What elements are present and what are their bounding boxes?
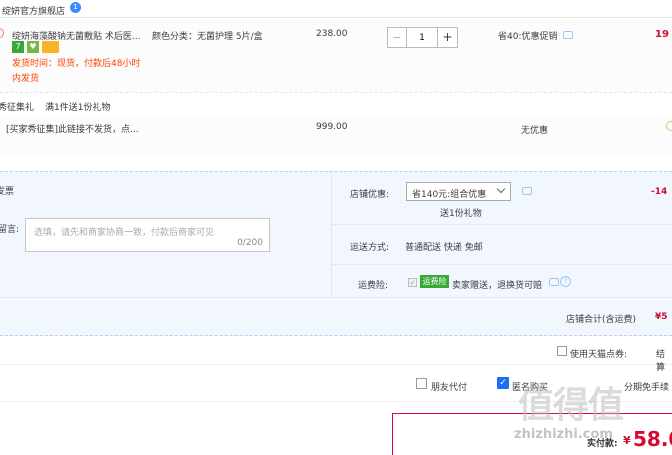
message-placeholder: 选填，请先和商家协商一致，付款后商家可见 (34, 228, 215, 238)
invoice-label[interactable]: 发票 (0, 184, 14, 197)
friend-pay-checkbox[interactable] (416, 378, 427, 389)
final-currency: ¥ (623, 434, 631, 447)
gift-note: 送1份礼物 (440, 209, 482, 219)
shop-total-value: ¥5 (655, 312, 668, 322)
installment-hint: 分期免手续 (624, 383, 670, 393)
delivery-value: 普通配送 快递 免邮 (405, 243, 483, 253)
row-divider (332, 224, 672, 225)
friend-pay-label: 朋友代付 (431, 383, 468, 393)
shop-discount-label: 店铺优惠: (350, 190, 390, 200)
shop-total-label: 店铺合计(含运费) (566, 315, 637, 325)
item-price: 238.00 (316, 29, 348, 39)
item-image[interactable] (0, 28, 4, 38)
item2-image (666, 121, 672, 131)
shop-name[interactable]: 绽妍官方旗舰店 (2, 4, 65, 17)
chevron-down-icon (496, 184, 506, 194)
order-info-panel: 发票 留言: 选填，请先和商家协商一致，付款后商家可见 0/200 店铺优惠: … (0, 171, 672, 336)
help-icon[interactable]: ? (560, 276, 571, 287)
options-row: 朋友代付 ✓ 匿名购买 分期免手续 (0, 366, 672, 402)
points-checkbox[interactable] (557, 346, 567, 356)
shop-discount-value: 省140元:组合优惠 (412, 190, 487, 200)
chat-icon[interactable] (549, 278, 559, 286)
gift-desc: 满1件送1份礼物 (45, 103, 111, 113)
ship-time-2: 内发货 (12, 74, 40, 84)
item2-title-link[interactable]: [买家秀征集]此链接不发货，点... (6, 122, 139, 135)
item2-price: 999.00 (316, 122, 348, 132)
item2-promo: 无优惠 (521, 126, 549, 136)
discount-amount: -14 (651, 187, 668, 197)
row-divider (332, 264, 672, 265)
service-icon-2: ♥ (27, 41, 39, 53)
total-divider (0, 297, 672, 298)
qty-plus-button[interactable]: + (437, 27, 458, 48)
insurance-label: 运费险: (358, 281, 389, 291)
points-label: 使用天猫点券: (570, 350, 628, 360)
anon-buy-label: 匿名购买 (512, 383, 549, 393)
gift-label: 秀征集礼 (0, 103, 35, 113)
insurance-desc: 卖家赠送，退换货可赔 (452, 281, 543, 291)
item-promo[interactable]: 省40:优惠促销 (498, 29, 558, 42)
message-textarea[interactable]: 选填，请先和商家协商一致，付款后商家可见 0/200 (25, 218, 270, 252)
cart-item-2: [买家秀征集]此链接不发货，点... 999.00 无优惠 (0, 114, 672, 154)
item-sku: 颜色分类：无菌护理 5片/盒 (152, 32, 263, 42)
anon-buy-checkbox[interactable]: ✓ (497, 377, 509, 389)
shop-discount-select[interactable]: 省140元:组合优惠 (406, 182, 511, 201)
final-label: 实付款: (587, 439, 618, 449)
shop-header: 绽妍官方旗舰店 1 (0, 0, 672, 18)
ship-time: 发货时间：现货，付款后48小时 (12, 59, 141, 69)
chat-icon[interactable] (522, 187, 532, 195)
service-icon-1: 7 (12, 41, 24, 53)
final-amount: 58.0 (633, 427, 672, 451)
qty-minus-button[interactable]: − (387, 27, 407, 48)
card-icon (42, 41, 59, 53)
insurance-checkbox[interactable]: ✓ (408, 278, 417, 287)
points-row: 使用天猫点券: 结算 (0, 337, 672, 373)
divider (0, 92, 672, 93)
delivery-label: 运送方式: (350, 243, 390, 253)
insurance-tag: 运费险 (420, 275, 449, 288)
qty-input[interactable] (407, 27, 437, 48)
item-total: 19 (655, 29, 669, 40)
shop-badge-icon: 1 (70, 2, 81, 13)
final-payment-box: 实付款: ¥ 58.0 (392, 413, 672, 455)
cart-item-1: 绽妍海藻酸钠无菌敷贴 术后医... 7 ♥ 发货时间：现货，付款后48小时 内发… (0, 20, 672, 92)
message-count: 0/200 (237, 238, 263, 248)
message-label: 留言: (0, 225, 20, 235)
panel-divider (331, 172, 332, 296)
chat-icon[interactable] (563, 31, 573, 39)
gift-row: 秀征集礼 满1件送1份礼物 (0, 100, 672, 113)
